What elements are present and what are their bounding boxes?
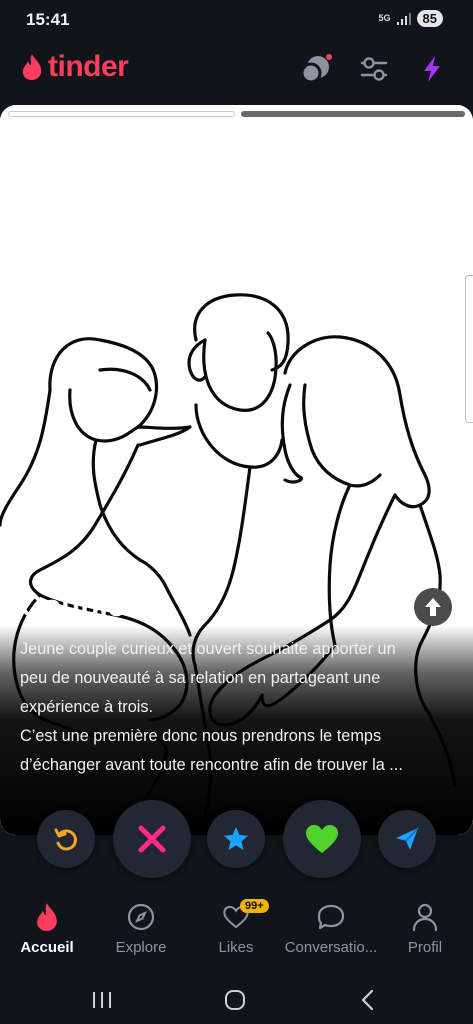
- profile-info-button[interactable]: [414, 588, 452, 626]
- signal-icon: [396, 12, 411, 25]
- chat-icon: [317, 904, 345, 930]
- back-icon: [361, 989, 374, 1011]
- back-button[interactable]: [348, 983, 388, 1017]
- action-bar: [0, 800, 473, 878]
- sliders-icon: [360, 57, 388, 81]
- nav-label: Likes: [218, 939, 254, 956]
- status-bar: 15:41 5G 85: [0, 0, 473, 40]
- compass-icon: [127, 903, 155, 931]
- nav-item-explore[interactable]: Explore: [94, 895, 188, 975]
- boost-action-button[interactable]: [378, 810, 436, 868]
- bio-line: expérience à trois.: [20, 698, 154, 716]
- rewind-icon: [54, 828, 77, 851]
- profile-name-row: Couple 28: [20, 588, 170, 624]
- bio-line: peu de nouveauté à sa relation en partag…: [20, 669, 381, 687]
- nav-label: Conversatio...: [284, 939, 378, 956]
- flame-icon: [37, 903, 57, 931]
- brand-name: tinder: [48, 50, 129, 83]
- rewind-button[interactable]: [37, 810, 95, 868]
- status-indicators: 5G 85: [379, 10, 443, 27]
- photo-progress: [8, 111, 465, 117]
- arrow-up-icon: [425, 598, 441, 616]
- profile-name: Couple: [20, 588, 126, 623]
- bio-line: Jeune couple curieux et ouvert souhaite …: [20, 640, 396, 658]
- next-card-edge: [465, 275, 473, 423]
- profile-card[interactable]: Couple 28 Jeune couple curieux et ouvert…: [0, 105, 473, 835]
- nav-icon-wrap: [34, 895, 60, 939]
- double-date-button[interactable]: [296, 49, 336, 89]
- profile-bio: Jeune couple curieux et ouvert souhaite …: [20, 635, 456, 780]
- super-like-button[interactable]: [207, 810, 265, 868]
- nav-item-likes[interactable]: 99+ Likes: [189, 895, 283, 975]
- tinder-logo: tinder: [20, 50, 129, 84]
- system-nav: [0, 975, 473, 1024]
- person-icon: [412, 903, 438, 932]
- nav-icon-wrap: [411, 895, 439, 939]
- like-icon: [306, 825, 338, 853]
- likes-badge: 99+: [240, 899, 269, 913]
- photo-indicator-2[interactable]: [240, 111, 465, 117]
- nav-item-conversations[interactable]: Conversatio...: [284, 895, 378, 975]
- nope-icon: [138, 825, 166, 853]
- bio-line: d’échanger avant toute rencontre afin de…: [20, 756, 403, 774]
- nav-icon-wrap: 99+: [222, 895, 269, 939]
- bottom-nav: Accueil Explore 99+ Likes Conversatio...: [0, 895, 473, 975]
- profile-age: 28: [135, 588, 170, 623]
- nav-item-profil[interactable]: Profil: [378, 895, 472, 975]
- boost-button[interactable]: [412, 49, 452, 89]
- nav-item-accueil[interactable]: Accueil: [0, 895, 94, 975]
- top-bar: tinder: [0, 40, 473, 98]
- nope-button[interactable]: [113, 800, 191, 878]
- home-icon: [225, 990, 245, 1010]
- nav-label: Explore: [115, 939, 167, 956]
- photo-indicator-1[interactable]: [8, 111, 235, 117]
- network-indicator: 5G: [378, 13, 391, 23]
- double-date-icon: [300, 54, 332, 84]
- like-button[interactable]: [283, 800, 361, 878]
- boost-icon: [396, 827, 419, 850]
- nav-label: Profil: [407, 939, 443, 956]
- flame-logo-icon: [22, 54, 42, 80]
- bio-line: C’est une première donc nous prendrons l…: [20, 727, 382, 745]
- nav-icon-wrap: [127, 895, 155, 939]
- home-button[interactable]: [215, 983, 255, 1017]
- recent-apps-button[interactable]: [82, 983, 122, 1017]
- recent-apps-icon: [93, 992, 111, 1008]
- lightning-icon: [424, 56, 440, 82]
- nav-label: Accueil: [20, 939, 74, 956]
- super-like-icon: [224, 827, 248, 850]
- battery-indicator: 85: [416, 10, 443, 27]
- status-time: 15:41: [26, 10, 70, 29]
- filters-button[interactable]: [354, 49, 394, 89]
- nav-icon-wrap: [316, 895, 346, 939]
